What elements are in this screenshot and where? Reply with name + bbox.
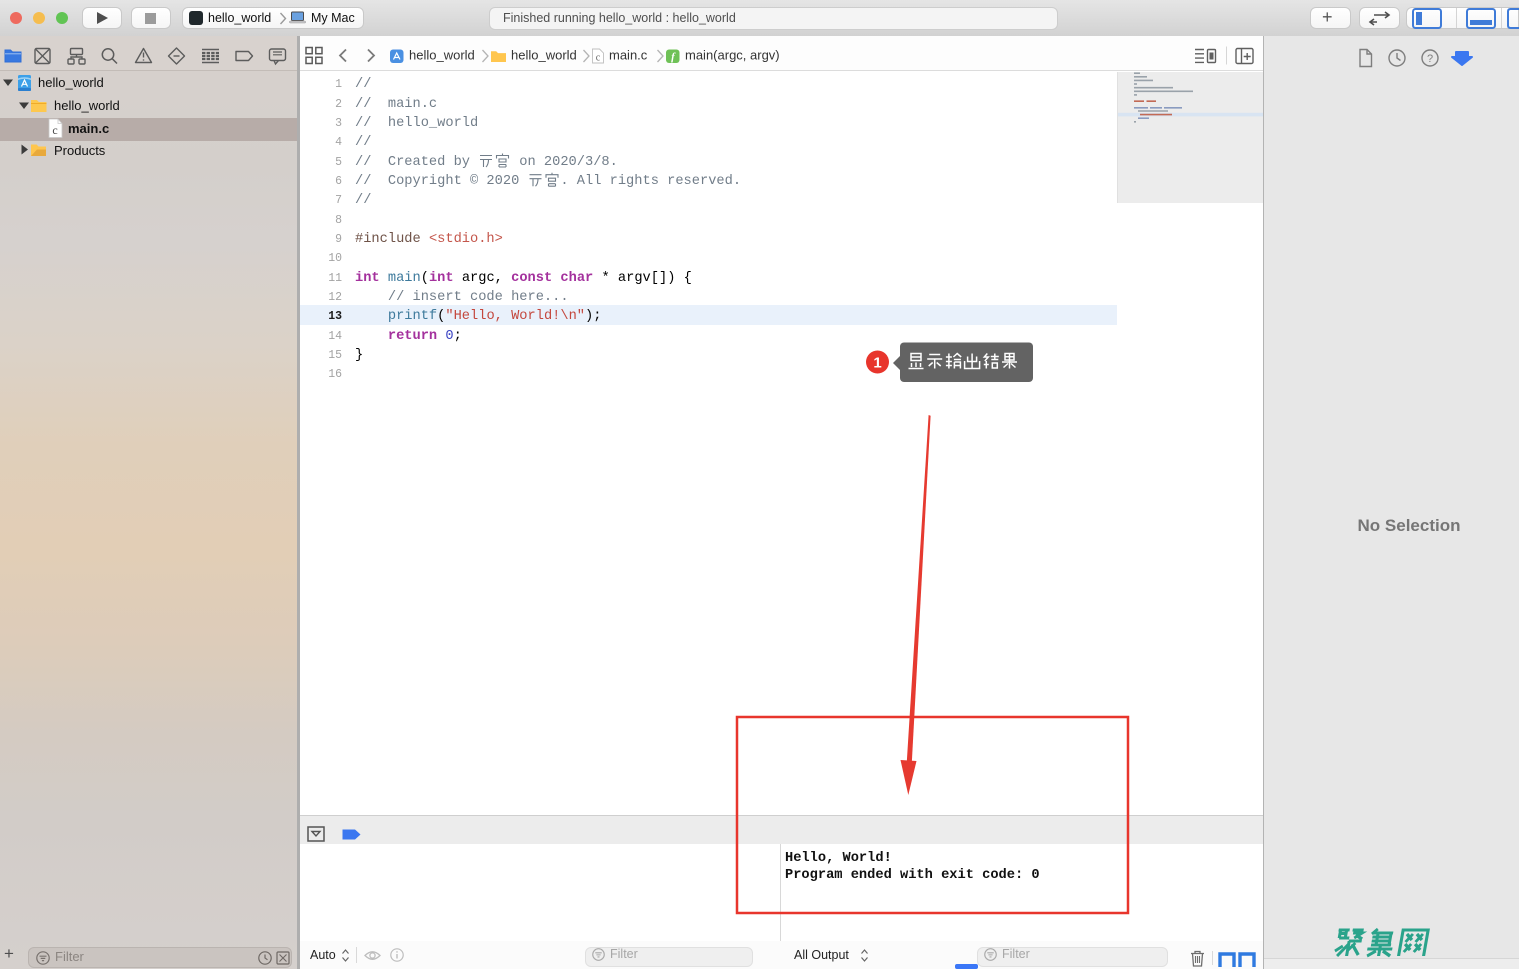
svg-text:1: 1 [873,355,881,372]
